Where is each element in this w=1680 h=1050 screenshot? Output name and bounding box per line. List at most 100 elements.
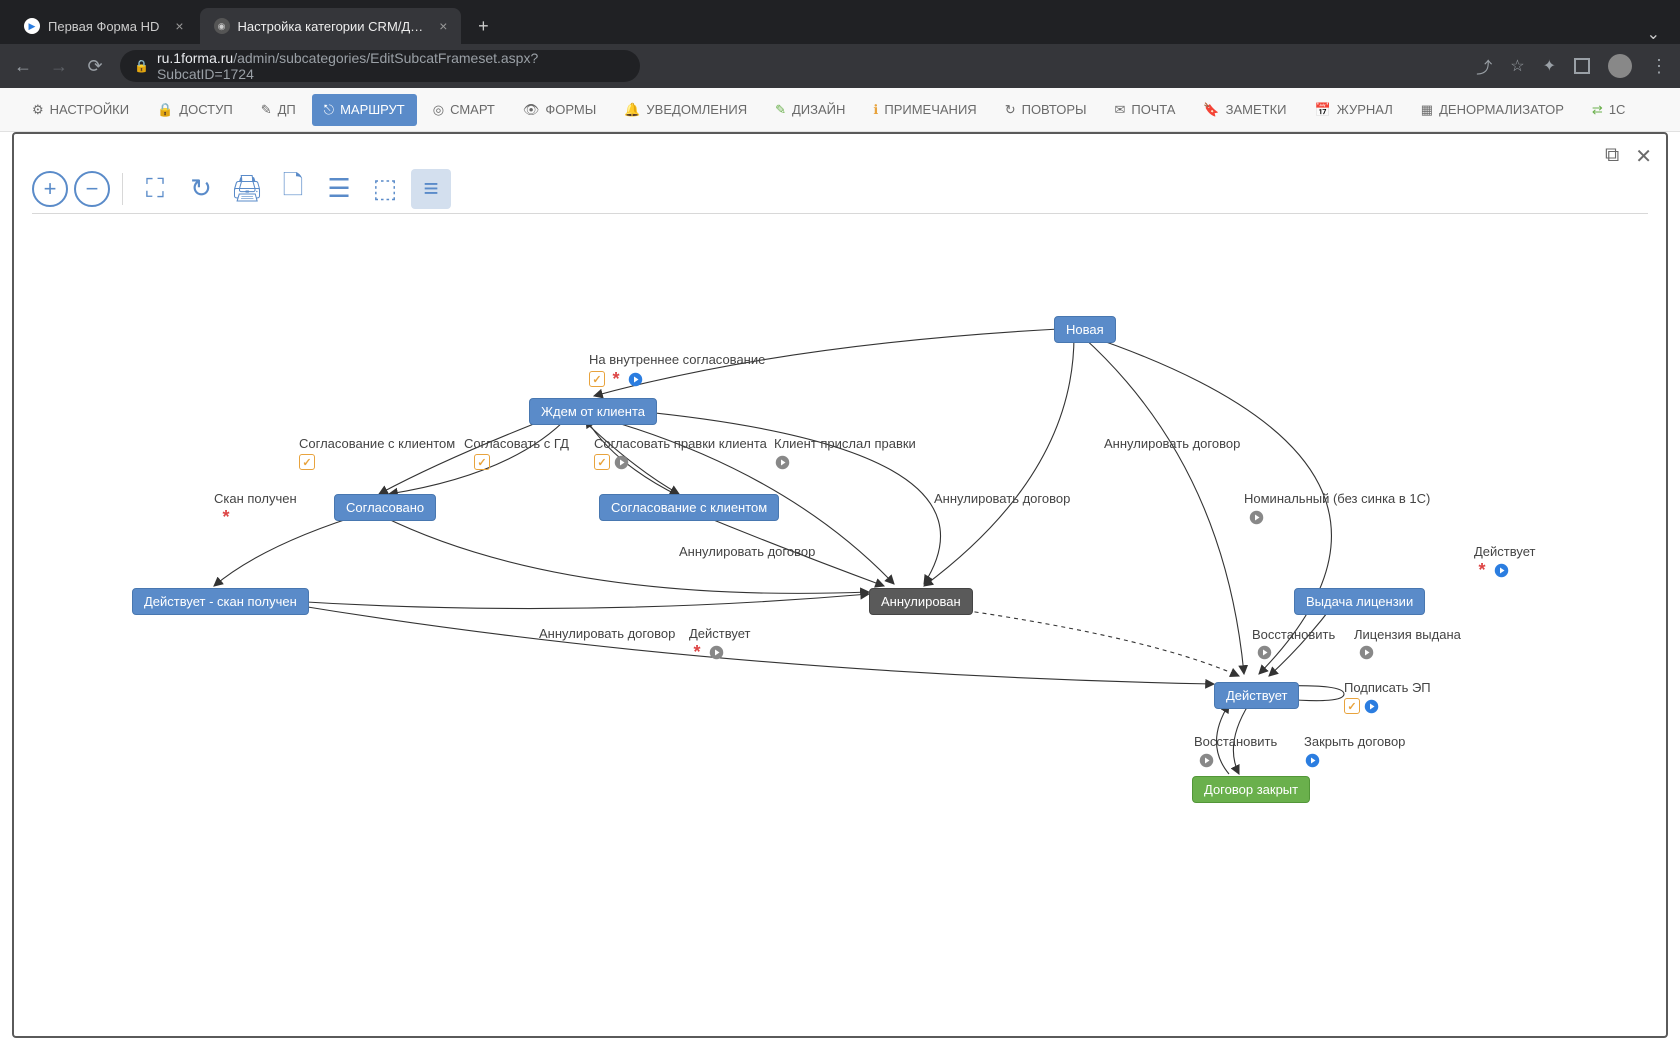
repeat-icon: ↻ [1005,102,1016,118]
zoom-out-button[interactable]: − [74,171,110,207]
close-icon[interactable]: × [175,18,183,34]
edge-label: Номинальный (без синка в 1С) [1244,491,1430,506]
nav-repeats[interactable]: ↻ПОВТОРЫ [993,94,1099,126]
node-annulirovan[interactable]: Аннулирован [869,588,973,615]
layout-button[interactable]: ⬚ [365,169,405,209]
close-icon[interactable]: × [439,18,447,34]
fit-screen-button[interactable]: ⛶ [135,169,175,209]
nav-notes[interactable]: ℹПРИМЕЧАНИЯ [861,94,988,126]
back-icon[interactable]: ← [12,56,34,77]
edge-label: Аннулировать договор [934,491,1070,506]
align-button[interactable]: ≡ [411,169,451,209]
edge-label: Аннулировать договор [679,544,815,559]
refresh-button[interactable]: ↻ [181,169,221,209]
node-novaya[interactable]: Новая [1054,316,1116,343]
node-zakryt[interactable]: Договор закрыт [1192,776,1310,803]
target-icon: ◎ [433,102,444,118]
edge-label: Действует [689,626,750,641]
nav-settings[interactable]: ⚙НАСТРОЙКИ [20,94,141,126]
route-icon: ⎋ [324,102,334,118]
brush-icon: ✎ [775,102,786,118]
app-nav: ⚙НАСТРОЙКИ 🔒ДОСТУП ✎ДП ⎋МАРШРУТ ◎СМАРТ 👁… [0,88,1680,132]
play-icon [774,454,790,470]
nav-design[interactable]: ✎ДИЗАЙН [763,94,857,126]
zoom-in-button[interactable]: + [32,171,68,207]
play-icon [708,644,724,660]
play-icon [1358,644,1374,660]
nav-1c[interactable]: ⇄1С [1580,94,1638,126]
play-icon [1304,752,1320,768]
edge-label: Действует [1474,544,1535,559]
play-icon [1256,644,1272,660]
tab-title: Настройка категории CRM/Д… [238,19,424,34]
edge-label: Согласование с клиентом [299,436,455,451]
menu-icon[interactable]: ⋮ [1650,56,1668,77]
new-doc-button[interactable]: 🗋 [273,169,313,209]
address-bar[interactable]: 🔒 ru.1forma.ru/admin/subcategories/EditS… [120,50,640,82]
node-soglasovano[interactable]: Согласовано [334,494,436,521]
check-icon: ✓ [474,454,490,470]
info-icon: ℹ [873,102,878,118]
mail-icon: ✉ [1115,102,1126,118]
nav-mail[interactable]: ✉ПОЧТА [1103,94,1188,126]
workflow-canvas[interactable]: Новая Ждем от клиента Согласовано Соглас… [14,214,1666,1036]
play-icon [1493,562,1509,578]
node-deistvuet[interactable]: Действует [1214,682,1299,709]
play-icon [1248,509,1264,525]
new-tab-button[interactable]: + [469,12,497,40]
nav-smart[interactable]: ◎СМАРТ [421,94,507,126]
sync-icon: ⇄ [1592,102,1603,118]
play-icon [627,371,643,387]
db-icon: ▦ [1421,102,1433,118]
avatar[interactable] [1608,54,1632,78]
print-button[interactable]: 🖨 [227,169,267,209]
node-sogl-klient[interactable]: Согласование с клиентом [599,494,779,521]
node-zhdem[interactable]: Ждем от клиента [529,398,657,425]
nav-bookmarks[interactable]: 🔖ЗАМЕТКИ [1191,94,1298,126]
check-icon: ✓ [299,454,315,470]
forward-icon[interactable]: → [48,56,70,77]
edge-label: На внутреннее согласование [589,352,765,367]
play-icon [1198,752,1214,768]
check-icon: ✓ [1344,698,1360,714]
nav-dp[interactable]: ✎ДП [249,94,308,126]
tab-favicon: ◉ [214,18,230,34]
edge-label: Согласовать с ГД [464,436,569,451]
required-icon: * [689,644,705,660]
nav-denorm[interactable]: ▦ДЕНОРМАЛИЗАТОР [1409,94,1576,126]
node-deistv-skan[interactable]: Действует - скан получен [132,588,309,615]
browser-tab-active[interactable]: ◉ Настройка категории CRM/Д… × [200,8,462,44]
reload-icon[interactable]: ⟳ [84,56,106,77]
nav-notifications[interactable]: 🔔УВЕДОМЛЕНИЯ [612,94,759,126]
edge-label: Восстановить [1252,627,1335,642]
play-icon [1363,698,1379,714]
nav-journal[interactable]: 📅ЖУРНАЛ [1303,94,1405,126]
browser-tab[interactable]: ▶ Первая Форма HD × [10,8,198,44]
edge-label: Согласовать правки клиента [594,436,767,451]
edit-icon: ✎ [261,102,272,118]
tab-title: Первая Форма HD [48,19,159,34]
star-icon[interactable]: ☆ [1510,56,1524,76]
bookmark-icon: 🔖 [1203,102,1219,118]
edge-label: Лицензия выдана [1354,627,1461,642]
nav-route[interactable]: ⎋МАРШРУТ [312,94,417,126]
tabs-dropdown-icon[interactable]: ⌄ [1647,24,1660,44]
share-icon[interactable]: ⤴ [1476,54,1492,78]
tab-favicon: ▶ [24,18,40,34]
list-add-button[interactable]: ☰ [319,169,359,209]
canvas-toolbar: + − ⛶ ↻ 🖨 🗋 ☰ ⬚ ≡ [32,164,1648,214]
nav-forms[interactable]: 👁ФОРМЫ [511,94,608,126]
lock-icon: 🔒 [157,102,173,118]
extensions-icon[interactable]: ✦ [1543,56,1556,76]
edge-label: Аннулировать договор [539,626,675,641]
node-vydacha[interactable]: Выдача лицензии [1294,588,1425,615]
edge-label: Подписать ЭП [1344,680,1431,695]
edge-label: Закрыть договор [1304,734,1405,749]
window-icon[interactable] [1574,58,1590,74]
check-icon: ✓ [589,371,605,387]
nav-access[interactable]: 🔒ДОСТУП [145,94,245,126]
required-icon: * [218,509,234,525]
check-icon: ✓ [594,454,610,470]
url-host: ru.1forma.ru [157,50,233,66]
bell-icon: 🔔 [624,102,640,118]
